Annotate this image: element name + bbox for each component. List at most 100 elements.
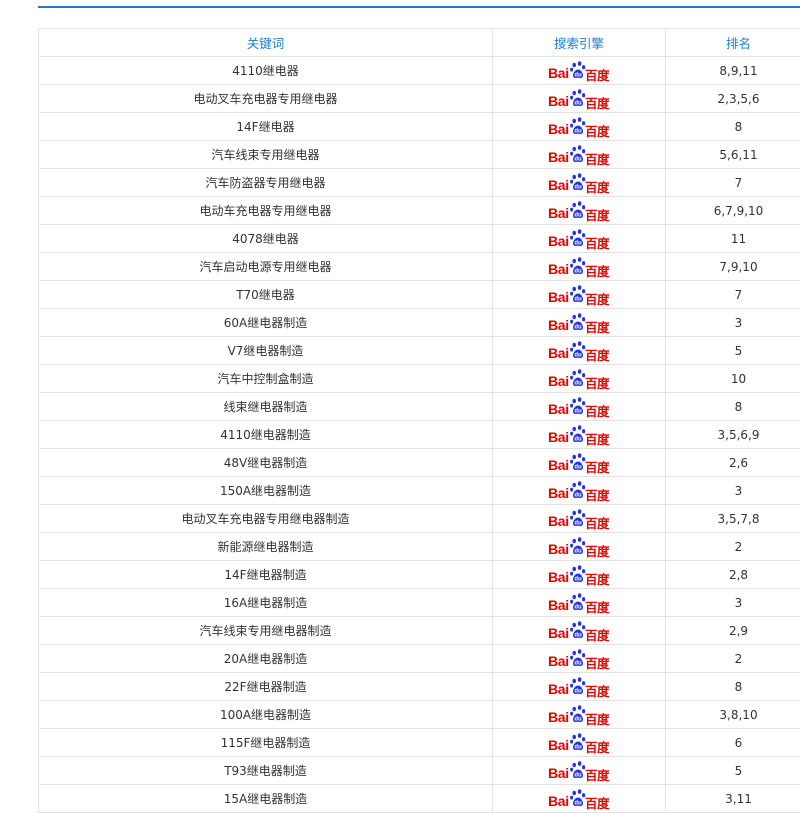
svg-text:du: du bbox=[574, 128, 582, 134]
baidu-logo: Bai du 百度 bbox=[548, 173, 610, 193]
keyword-cell: 100A继电器制造 bbox=[39, 701, 493, 729]
search-engine-cell: Bai du 百度 bbox=[493, 113, 666, 141]
keyword-cell: 汽车线束专用继电器制造 bbox=[39, 617, 493, 645]
search-engine-cell: Bai du 百度 bbox=[493, 197, 666, 225]
baidu-logo: Bai du 百度 bbox=[548, 257, 610, 277]
baidu-logo-du-text: 百度 bbox=[585, 317, 609, 336]
baidu-paw-icon: du bbox=[570, 789, 586, 807]
keyword-cell: 115F继电器制造 bbox=[39, 729, 493, 757]
keyword-cell: 15A继电器制造 bbox=[39, 785, 493, 813]
rank-cell: 3 bbox=[666, 477, 800, 505]
rank-cell: 3 bbox=[666, 589, 800, 617]
baidu-paw-icon: du bbox=[570, 565, 586, 583]
table-row: 汽车线束专用继电器制造 Bai du 百度 2,9 bbox=[39, 617, 800, 645]
keyword-ranking-table: 关键词 搜索引擎 排名 4110继电器 Bai du 百度 8,9,11 bbox=[38, 28, 800, 813]
svg-text:du: du bbox=[574, 436, 582, 442]
baidu-logo: Bai du 百度 bbox=[548, 117, 610, 137]
search-engine-cell: Bai du 百度 bbox=[493, 645, 666, 673]
baidu-logo-du-text: 百度 bbox=[585, 261, 609, 280]
keyword-cell: 22F继电器制造 bbox=[39, 673, 493, 701]
table-body: 4110继电器 Bai du 百度 8,9,11 电动叉车充电器专用继电器 Ba… bbox=[39, 57, 800, 813]
rank-cell: 8 bbox=[666, 113, 800, 141]
search-engine-cell: Bai du 百度 bbox=[493, 757, 666, 785]
baidu-paw-icon: du bbox=[570, 257, 586, 275]
baidu-logo-du-text: 百度 bbox=[585, 65, 609, 84]
search-engine-cell: Bai du 百度 bbox=[493, 365, 666, 393]
baidu-logo: Bai du 百度 bbox=[548, 509, 610, 529]
svg-text:du: du bbox=[574, 352, 582, 358]
table-row: 15A继电器制造 Bai du 百度 3,11 bbox=[39, 785, 800, 813]
baidu-paw-icon: du bbox=[570, 537, 586, 555]
baidu-paw-icon: du bbox=[570, 509, 586, 527]
baidu-logo-bai-text: Bai bbox=[548, 541, 569, 557]
rank-cell: 11 bbox=[666, 225, 800, 253]
baidu-logo: Bai du 百度 bbox=[548, 229, 610, 249]
baidu-logo-bai-text: Bai bbox=[548, 765, 569, 781]
baidu-paw-icon: du bbox=[570, 341, 586, 359]
table-row: 4078继电器 Bai du 百度 11 bbox=[39, 225, 800, 253]
baidu-logo-bai-text: Bai bbox=[548, 93, 569, 109]
table-row: 22F继电器制造 Bai du 百度 8 bbox=[39, 673, 800, 701]
baidu-logo: Bai du 百度 bbox=[548, 341, 610, 361]
keyword-cell: 4078继电器 bbox=[39, 225, 493, 253]
search-engine-cell: Bai du 百度 bbox=[493, 561, 666, 589]
search-engine-cell: Bai du 百度 bbox=[493, 505, 666, 533]
table-row: 电动叉车充电器专用继电器 Bai du 百度 2,3,5,6 bbox=[39, 85, 800, 113]
table-row: 汽车线束专用继电器 Bai du 百度 5,6,11 bbox=[39, 141, 800, 169]
search-engine-cell: Bai du 百度 bbox=[493, 253, 666, 281]
keyword-cell: T93继电器制造 bbox=[39, 757, 493, 785]
rank-cell: 7 bbox=[666, 169, 800, 197]
search-engine-cell: Bai du 百度 bbox=[493, 57, 666, 85]
keyword-column-header: 关键词 bbox=[39, 29, 493, 57]
keyword-cell: 汽车中控制盒制造 bbox=[39, 365, 493, 393]
baidu-logo-bai-text: Bai bbox=[548, 345, 569, 361]
search-engine-cell: Bai du 百度 bbox=[493, 421, 666, 449]
baidu-logo: Bai du 百度 bbox=[548, 397, 610, 417]
rank-cell: 3,5,7,8 bbox=[666, 505, 800, 533]
rank-cell: 2 bbox=[666, 533, 800, 561]
baidu-paw-icon: du bbox=[570, 593, 586, 611]
search-engine-cell: Bai du 百度 bbox=[493, 533, 666, 561]
rank-cell: 6 bbox=[666, 729, 800, 757]
baidu-logo-bai-text: Bai bbox=[548, 793, 569, 809]
baidu-logo: Bai du 百度 bbox=[548, 453, 610, 473]
rank-cell: 8 bbox=[666, 393, 800, 421]
baidu-logo: Bai du 百度 bbox=[548, 789, 610, 809]
table-row: 100A继电器制造 Bai du 百度 3,8,10 bbox=[39, 701, 800, 729]
svg-text:du: du bbox=[574, 744, 582, 750]
baidu-paw-icon: du bbox=[570, 89, 586, 107]
baidu-logo-du-text: 百度 bbox=[585, 653, 609, 672]
rank-cell: 5 bbox=[666, 757, 800, 785]
search-engine-cell: Bai du 百度 bbox=[493, 309, 666, 337]
search-engine-cell: Bai du 百度 bbox=[493, 785, 666, 813]
rank-cell: 2,8 bbox=[666, 561, 800, 589]
baidu-logo: Bai du 百度 bbox=[548, 761, 610, 781]
baidu-logo-du-text: 百度 bbox=[585, 709, 609, 728]
baidu-logo: Bai du 百度 bbox=[548, 201, 610, 221]
rank-cell: 5,6,11 bbox=[666, 141, 800, 169]
search-engine-cell: Bai du 百度 bbox=[493, 225, 666, 253]
rank-cell: 3 bbox=[666, 309, 800, 337]
rank-cell: 2,3,5,6 bbox=[666, 85, 800, 113]
baidu-logo-bai-text: Bai bbox=[548, 289, 569, 305]
keyword-cell: 汽车启动电源专用继电器 bbox=[39, 253, 493, 281]
table-row: T93继电器制造 Bai du 百度 5 bbox=[39, 757, 800, 785]
baidu-logo-du-text: 百度 bbox=[585, 541, 609, 560]
baidu-logo-du-text: 百度 bbox=[585, 345, 609, 364]
baidu-paw-icon: du bbox=[570, 397, 586, 415]
baidu-logo: Bai du 百度 bbox=[548, 649, 610, 669]
table-row: 115F继电器制造 Bai du 百度 6 bbox=[39, 729, 800, 757]
baidu-logo: Bai du 百度 bbox=[548, 425, 610, 445]
baidu-paw-icon: du bbox=[570, 117, 586, 135]
baidu-logo-du-text: 百度 bbox=[585, 289, 609, 308]
baidu-logo-du-text: 百度 bbox=[585, 625, 609, 644]
svg-text:du: du bbox=[574, 772, 582, 778]
baidu-logo: Bai du 百度 bbox=[548, 705, 610, 725]
svg-text:du: du bbox=[574, 716, 582, 722]
svg-text:du: du bbox=[574, 408, 582, 414]
svg-text:du: du bbox=[574, 100, 582, 106]
svg-text:du: du bbox=[574, 576, 582, 582]
baidu-logo-bai-text: Bai bbox=[548, 457, 569, 473]
baidu-logo-du-text: 百度 bbox=[585, 513, 609, 532]
baidu-logo: Bai du 百度 bbox=[548, 369, 610, 389]
